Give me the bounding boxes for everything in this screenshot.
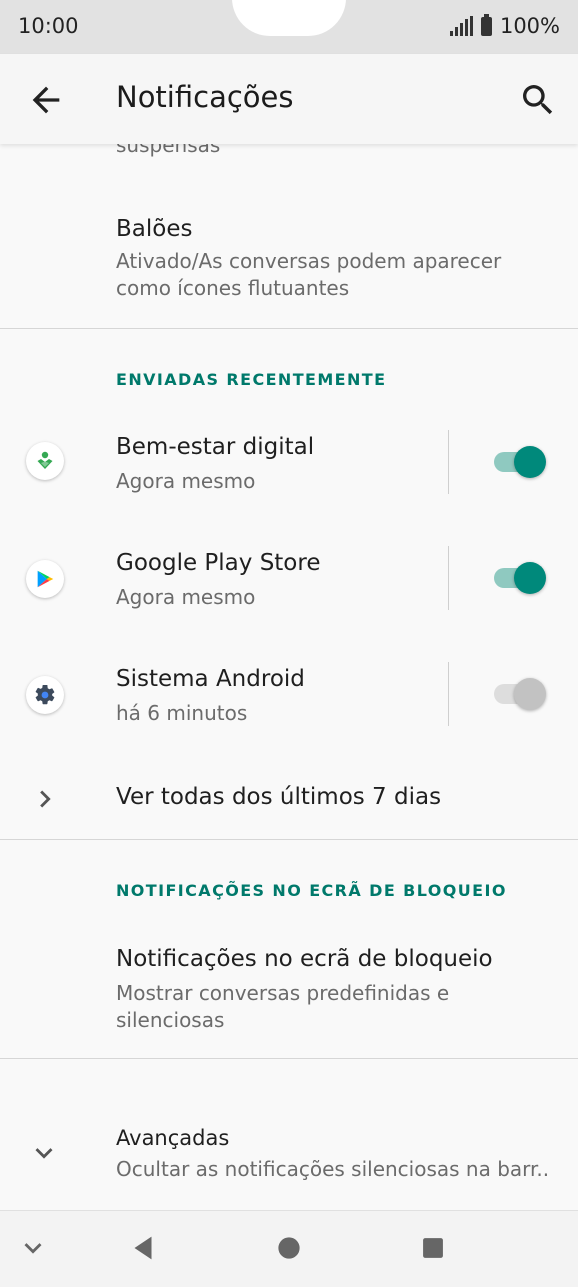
search-button[interactable] — [518, 80, 558, 120]
nav-home-icon[interactable] — [272, 1231, 306, 1265]
chevron-down-icon — [35, 1148, 53, 1159]
previous-item-subtitle: suspensas — [116, 144, 221, 157]
advanced-title: Avançadas — [116, 1126, 230, 1150]
see-all-recent-button[interactable]: Ver todas dos últimos 7 dias — [0, 756, 578, 838]
chevron-right-icon — [40, 790, 51, 808]
google-play-icon — [26, 560, 64, 598]
signal-icon — [449, 16, 473, 36]
page-title: Notificações — [116, 80, 294, 114]
toggle-thumb — [514, 562, 546, 594]
toggle-switch[interactable] — [494, 676, 548, 710]
toggle-switch[interactable] — [494, 560, 548, 594]
section-header-lockscreen: NOTIFICAÇÕES NO ECRÃ DE BLOQUEIO — [116, 881, 507, 900]
app-bar: Notificações — [0, 54, 578, 144]
divider — [0, 328, 578, 329]
vertical-divider — [448, 662, 449, 726]
app-name: Bem-estar digital — [116, 434, 315, 460]
toggle-thumb — [514, 446, 546, 478]
divider — [0, 1058, 578, 1059]
camera-notch — [232, 0, 346, 36]
lockscreen-subtitle-line1: Mostrar conversas predefinidas e — [116, 981, 450, 1005]
vertical-divider — [448, 430, 449, 494]
nav-back-icon[interactable] — [126, 1231, 160, 1265]
app-name: Google Play Store — [116, 550, 321, 576]
battery-icon — [480, 13, 492, 36]
divider — [0, 839, 578, 840]
advanced-item[interactable]: Avançadas Ocultar as notificações silenc… — [0, 1104, 578, 1204]
toggle-switch[interactable] — [494, 444, 548, 478]
app-last-time: há 6 minutos — [116, 701, 248, 725]
section-header-recent: ENVIADAS RECENTEMENTE — [116, 370, 387, 389]
settings-list[interactable]: suspensas Balões Ativado/As conversas po… — [0, 144, 578, 1210]
system-navigation-bar — [0, 1210, 578, 1287]
digital-wellbeing-icon — [26, 442, 64, 480]
baloes-title: Balões — [116, 216, 193, 242]
lockscreen-title: Notificações no ecrã de bloqueio — [116, 946, 493, 972]
android-system-gear-icon — [26, 676, 64, 714]
list-item-google-play-store[interactable]: Google Play Store Agora mesmo — [0, 520, 578, 632]
baloes-subtitle-line1: Ativado/As conversas podem aparecer — [116, 249, 502, 273]
arrow-back-icon — [32, 86, 60, 114]
see-all-label: Ver todas dos últimos 7 dias — [116, 784, 442, 810]
vertical-divider — [448, 546, 449, 610]
back-button[interactable] — [26, 80, 66, 120]
nav-recents-icon[interactable] — [416, 1231, 450, 1265]
app-last-time: Agora mesmo — [116, 469, 256, 493]
status-time: 10:00 — [18, 14, 79, 38]
toggle-thumb — [514, 678, 546, 710]
lockscreen-subtitle-line2: silenciosas — [116, 1008, 225, 1032]
status-bar: 10:00 100% — [0, 0, 578, 54]
app-last-time: Agora mesmo — [116, 585, 256, 609]
app-name: Sistema Android — [116, 666, 305, 692]
list-item-bem-estar-digital[interactable]: Bem-estar digital Agora mesmo — [0, 404, 578, 516]
battery-level: 100% — [499, 14, 560, 38]
status-indicators: 100% — [449, 13, 560, 38]
advanced-subtitle: Ocultar as notificações silenciosas na b… — [116, 1157, 550, 1181]
search-icon — [523, 85, 553, 115]
nav-hide-chevron-icon[interactable] — [16, 1231, 50, 1265]
baloes-item[interactable]: Balões Ativado/As conversas podem aparec… — [0, 194, 578, 328]
baloes-subtitle-line2: como ícones flutuantes — [116, 276, 350, 300]
lockscreen-notifications-item[interactable]: Notificações no ecrã de bloqueio Mostrar… — [0, 922, 578, 1052]
list-item-sistema-android[interactable]: Sistema Android há 6 minutos — [0, 636, 578, 748]
